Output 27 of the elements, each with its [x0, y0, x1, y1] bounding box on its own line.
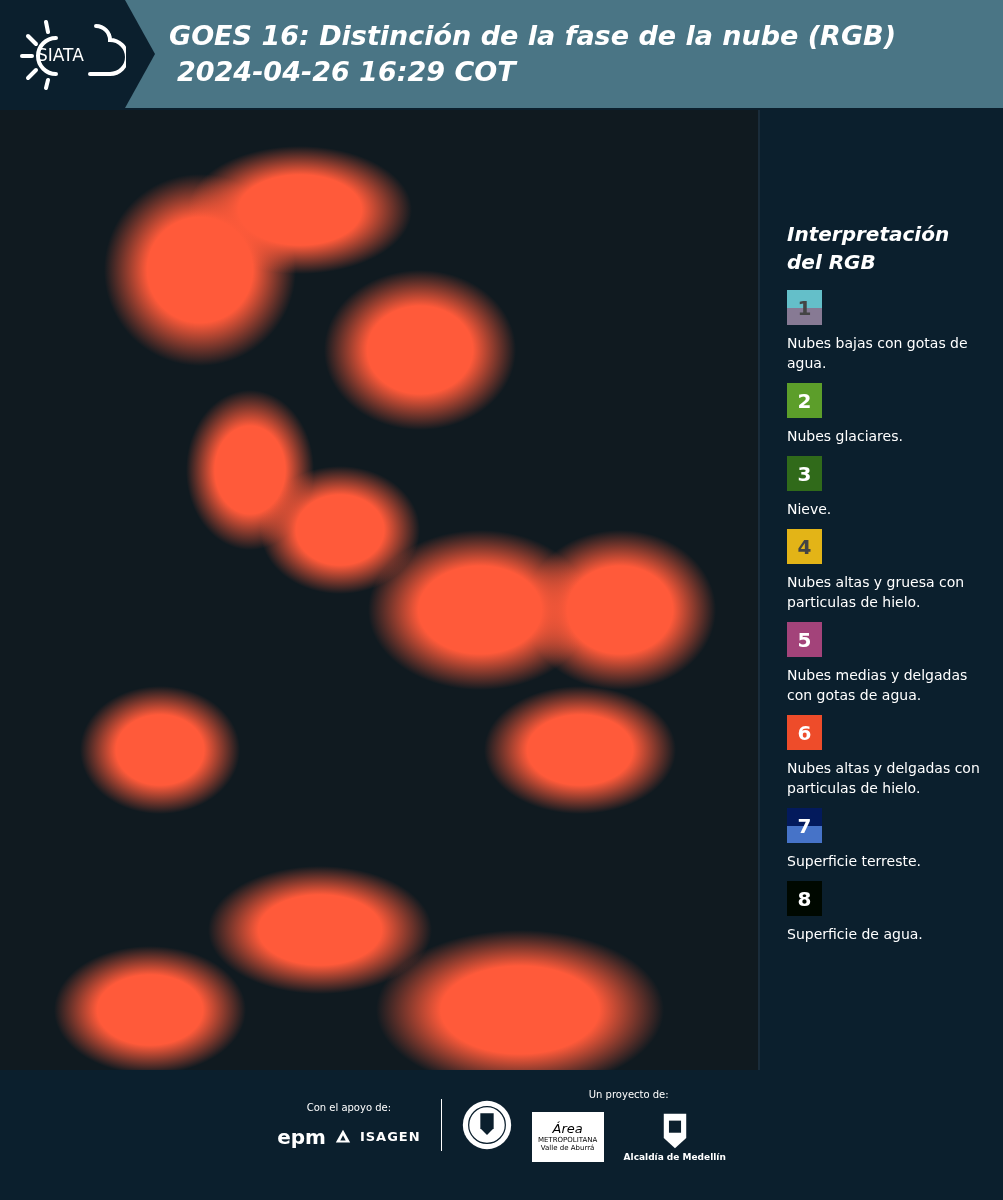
legend-title: Interpretación [787, 221, 951, 248]
page-title: GOES 16: Distinción de la fase de la nube (RGB) [169, 19, 896, 53]
legend-number: 6 [797, 720, 812, 745]
page-timestamp: 2024-04-26 16:29 COT [177, 55, 519, 89]
legend-number: 7 [797, 813, 812, 838]
legend-label: Nubes glaciares. [787, 427, 904, 446]
isagen-logo: ISAGEN [359, 1129, 421, 1144]
epm-logo: epm [277, 1124, 326, 1149]
legend-number: 1 [797, 295, 812, 320]
project-caption: Un proyecto de: [588, 1088, 669, 1100]
seal-logo-icon [461, 1100, 512, 1150]
alcaldia-logo-text: Alcaldía de Medellín [623, 1151, 726, 1162]
legend-title: del RGB [787, 249, 877, 276]
legend-number: 3 [797, 461, 812, 486]
legend-label: Superficie terreste. [787, 852, 922, 871]
legend-label: Nubes medias y delgadas con gotas de agua. [787, 666, 969, 705]
legend-label: Nieve. [787, 500, 833, 519]
legend-number: 2 [797, 388, 812, 413]
legend-number: 8 [797, 886, 812, 911]
legend-label: Nubes altas y delgadas con particulas de hielo. [787, 759, 981, 798]
legend-label: Superficie de agua. [787, 925, 924, 944]
legend-number: 5 [797, 627, 812, 652]
legend-label: Nubes bajas con gotas de agua. [787, 334, 969, 373]
coat-of-arms-icon [661, 1111, 688, 1150]
legend-label: Nubes altas y gruesa con particulas de hielo. [787, 573, 966, 612]
support-caption: Con el apoyo de: [306, 1101, 392, 1113]
legend-number: 4 [797, 534, 812, 559]
